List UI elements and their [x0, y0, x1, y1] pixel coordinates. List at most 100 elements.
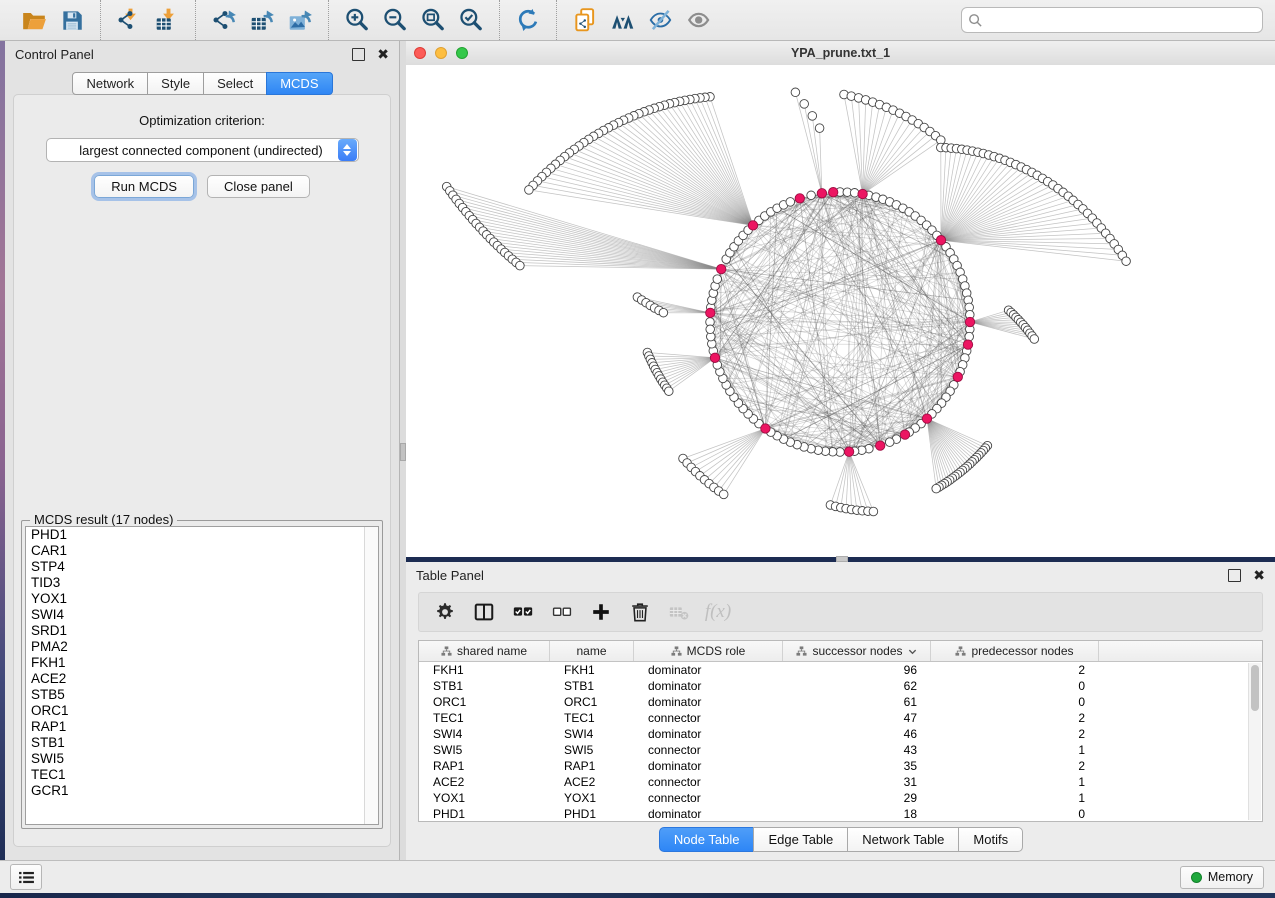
memory-button[interactable]: Memory — [1180, 866, 1264, 889]
tab-node-table[interactable]: Node Table — [659, 827, 755, 852]
network-hub-node[interactable] — [717, 264, 726, 273]
table-row[interactable]: ACE2ACE2connector311 — [419, 774, 1262, 790]
table-row[interactable]: TEC1TEC1connector472 — [419, 710, 1262, 726]
network-hub-node[interactable] — [748, 221, 757, 230]
import-table-button[interactable] — [148, 3, 186, 37]
zoom-selected-button[interactable] — [452, 3, 490, 37]
network-node[interactable] — [807, 191, 816, 200]
network-hub-node[interactable] — [922, 414, 931, 423]
mcds-result-item[interactable]: STB5 — [26, 687, 378, 703]
network-node[interactable] — [706, 325, 715, 334]
network-node[interactable] — [786, 198, 795, 207]
network-search-box[interactable] — [961, 7, 1263, 33]
mcds-result-item[interactable]: STB1 — [26, 735, 378, 751]
network-node[interactable] — [800, 100, 809, 109]
mcds-result-item[interactable]: SWI5 — [26, 751, 378, 767]
mcds-result-item[interactable]: GCR1 — [26, 783, 378, 799]
network-hub-node[interactable] — [963, 340, 972, 349]
add-column-button[interactable] — [585, 597, 617, 627]
zoom-in-button[interactable] — [338, 3, 376, 37]
export-table-button[interactable] — [243, 3, 281, 37]
tab-style[interactable]: Style — [147, 72, 204, 95]
tab-network-table[interactable]: Network Table — [847, 827, 959, 852]
float-panel-icon[interactable] — [352, 48, 365, 61]
mcds-result-item[interactable]: FKH1 — [26, 655, 378, 671]
close-panel-button[interactable]: Close panel — [207, 175, 310, 198]
table-row[interactable]: STB1STB1dominator620 — [419, 678, 1262, 694]
network-node[interactable] — [815, 124, 824, 133]
mcds-result-item[interactable]: ACE2 — [26, 671, 378, 687]
table-row[interactable]: FKH1FKH1dominator962 — [419, 662, 1262, 678]
column-header-successor-nodes[interactable]: successor nodes — [783, 641, 931, 661]
show-eye-button[interactable] — [680, 3, 718, 37]
settings-button[interactable] — [429, 597, 461, 627]
network-hub-node[interactable] — [761, 424, 770, 433]
tab-edge-table[interactable]: Edge Table — [753, 827, 848, 852]
network-node[interactable] — [516, 261, 525, 270]
table-row[interactable]: RAP1RAP1dominator352 — [419, 758, 1262, 774]
zoom-out-button[interactable] — [376, 3, 414, 37]
clone-network-button[interactable] — [566, 3, 604, 37]
tab-network[interactable]: Network — [72, 72, 148, 95]
criterion-dropdown[interactable]: largest connected component (undirected) — [46, 138, 359, 162]
tab-mcds[interactable]: MCDS — [266, 72, 332, 95]
mcds-result-item[interactable]: TEC1 — [26, 767, 378, 783]
mcds-result-item[interactable]: CAR1 — [26, 543, 378, 559]
table-scrollbar[interactable] — [1248, 663, 1261, 820]
mcds-result-list[interactable]: PHD1CAR1STP4TID3YOX1SWI4SRD1PMA2FKH1ACE2… — [25, 526, 379, 825]
network-hub-node[interactable] — [953, 372, 962, 381]
deselect-all-button[interactable] — [546, 597, 578, 627]
table-row[interactable]: YOX1YOX1connector291 — [419, 790, 1262, 806]
network-node[interactable] — [932, 484, 941, 493]
mcds-result-item[interactable]: RAP1 — [26, 719, 378, 735]
refresh-button[interactable] — [509, 3, 547, 37]
float-table-panel-icon[interactable] — [1228, 569, 1241, 582]
search-input[interactable] — [987, 12, 1256, 29]
select-all-button[interactable] — [507, 597, 539, 627]
network-node[interactable] — [885, 438, 894, 447]
zoom-fit-button[interactable] — [414, 3, 452, 37]
network-node[interactable] — [791, 88, 800, 97]
network-hub-node[interactable] — [844, 447, 853, 456]
network-node[interactable] — [525, 186, 534, 195]
network-hub-node[interactable] — [900, 430, 909, 439]
network-hub-node[interactable] — [795, 194, 804, 203]
search-network-button[interactable] — [604, 3, 642, 37]
export-network-button[interactable] — [205, 3, 243, 37]
tab-select[interactable]: Select — [203, 72, 267, 95]
table-row[interactable]: ORC1ORC1dominator610 — [419, 694, 1262, 710]
save-button[interactable] — [53, 3, 91, 37]
column-header-MCDS-role[interactable]: MCDS role — [634, 641, 783, 661]
mcds-result-item[interactable]: PMA2 — [26, 639, 378, 655]
network-hub-node[interactable] — [817, 189, 826, 198]
network-node[interactable] — [808, 112, 817, 121]
network-node[interactable] — [1030, 335, 1039, 344]
toggle-visibility-button[interactable] — [642, 3, 680, 37]
split-view-button[interactable] — [468, 597, 500, 627]
column-header-predecessor-nodes[interactable]: predecessor nodes — [931, 641, 1099, 661]
mcds-result-item[interactable]: STP4 — [26, 559, 378, 575]
table-row[interactable]: SWI5SWI5connector431 — [419, 742, 1262, 758]
mcds-result-item[interactable]: ORC1 — [26, 703, 378, 719]
close-panel-icon[interactable]: ✖ — [377, 49, 389, 60]
column-header-shared-name[interactable]: shared name — [419, 641, 550, 661]
network-node[interactable] — [665, 387, 674, 396]
network-hub-node[interactable] — [829, 188, 838, 197]
network-hub-node[interactable] — [876, 441, 885, 450]
network-graph[interactable] — [406, 65, 1275, 557]
table-row[interactable]: SWI4SWI4dominator462 — [419, 726, 1262, 742]
network-node[interactable] — [659, 308, 668, 317]
column-header-name[interactable]: name — [550, 641, 634, 661]
mcds-result-item[interactable]: YOX1 — [26, 591, 378, 607]
network-node[interactable] — [1122, 257, 1131, 266]
network-node[interactable] — [713, 275, 722, 284]
network-hub-node[interactable] — [710, 353, 719, 362]
mcds-result-item[interactable]: SWI4 — [26, 607, 378, 623]
open-button[interactable] — [15, 3, 53, 37]
close-table-panel-icon[interactable]: ✖ — [1253, 570, 1265, 581]
network-hub-node[interactable] — [858, 189, 867, 198]
run-mcds-button[interactable]: Run MCDS — [94, 175, 194, 198]
network-hub-node[interactable] — [706, 308, 715, 317]
mcds-result-item[interactable]: SRD1 — [26, 623, 378, 639]
network-canvas[interactable] — [406, 65, 1275, 557]
